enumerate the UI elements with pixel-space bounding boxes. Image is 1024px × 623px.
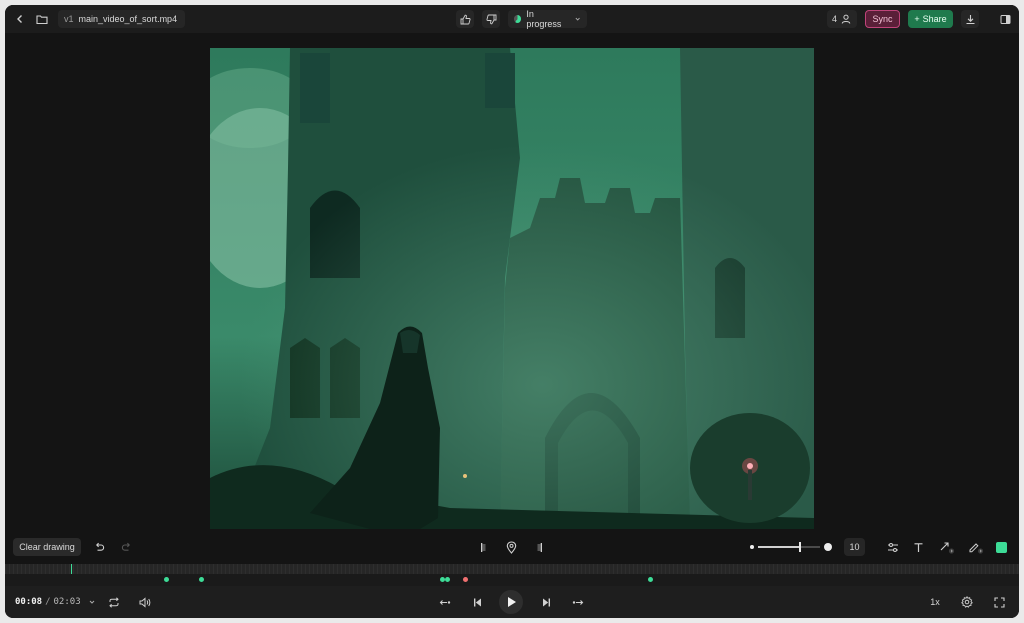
top-bar: v1 main_video_of_sort.mp4 In progress 4 … bbox=[5, 5, 1019, 33]
slider-max-dot bbox=[824, 543, 832, 551]
play-icon bbox=[507, 597, 516, 607]
sync-button[interactable]: Sync bbox=[865, 10, 900, 28]
slider-handle[interactable] bbox=[799, 542, 801, 552]
download-icon bbox=[966, 14, 974, 24]
loop-icon bbox=[109, 596, 119, 608]
adjust-button[interactable] bbox=[885, 539, 901, 555]
frame-next-marker-button[interactable] bbox=[532, 539, 548, 555]
file-name: main_video_of_sort.mp4 bbox=[78, 14, 178, 24]
chevron-down-icon bbox=[575, 17, 580, 21]
version-label: v1 bbox=[64, 14, 74, 24]
download-button[interactable] bbox=[961, 10, 979, 28]
location-pin-button[interactable] bbox=[503, 538, 519, 556]
text-icon bbox=[914, 542, 922, 552]
color-swatch-button[interactable] bbox=[996, 542, 1007, 553]
arrow-icon bbox=[940, 542, 955, 554]
redo-button[interactable] bbox=[118, 539, 134, 555]
pen-icon bbox=[969, 543, 984, 554]
video-frame[interactable] bbox=[210, 48, 814, 529]
plus-icon: + bbox=[914, 14, 920, 24]
sync-label: Sync bbox=[872, 14, 893, 24]
stroke-size-value[interactable]: 10 bbox=[844, 538, 865, 556]
status-label: In progress bbox=[526, 9, 562, 29]
clear-drawing-label: Clear drawing bbox=[19, 542, 75, 552]
playback-speed-button[interactable]: 1x bbox=[925, 594, 945, 610]
frame-bracket-left-icon bbox=[481, 542, 486, 552]
undo-button[interactable] bbox=[91, 539, 107, 555]
settings-button[interactable] bbox=[959, 594, 975, 610]
sidebar-icon bbox=[1000, 14, 1010, 24]
slider-min-dot bbox=[750, 545, 754, 549]
next-button[interactable] bbox=[538, 594, 554, 610]
stroke-size-number: 10 bbox=[849, 542, 860, 552]
chevron-down-icon bbox=[89, 600, 94, 604]
folder-icon bbox=[36, 14, 48, 24]
status-icon bbox=[514, 15, 522, 23]
comment-marker[interactable] bbox=[648, 577, 653, 582]
comment-markers-track bbox=[5, 574, 1019, 586]
timeline-scrubber[interactable] bbox=[5, 564, 1019, 574]
step-forward-button[interactable] bbox=[570, 594, 586, 610]
drawing-toolbar: Clear drawing 10 bbox=[5, 535, 1019, 559]
sidebar-toggle-button[interactable] bbox=[996, 10, 1014, 28]
stroke-size-slider[interactable] bbox=[747, 541, 833, 553]
slider-fill bbox=[758, 546, 800, 548]
comment-marker[interactable] bbox=[199, 577, 204, 582]
file-selector[interactable]: v1 main_video_of_sort.mp4 bbox=[58, 10, 185, 28]
time-display[interactable]: 00:08 / 02:03 bbox=[15, 596, 96, 608]
time-separator: / bbox=[45, 597, 51, 607]
chevron-left-icon bbox=[17, 15, 22, 23]
thumbs-down-icon bbox=[485, 14, 496, 24]
fullscreen-icon bbox=[993, 596, 1005, 608]
frame-prev-marker-button[interactable] bbox=[475, 539, 491, 555]
step-forward-icon bbox=[572, 599, 584, 605]
pen-tool-button[interactable] bbox=[966, 539, 986, 555]
viewer-count: 4 bbox=[832, 14, 838, 24]
sliders-icon bbox=[888, 542, 898, 552]
skip-next-icon bbox=[542, 598, 550, 606]
loop-button[interactable] bbox=[106, 594, 122, 610]
playback-bar: 00:08 / 02:03 1x bbox=[5, 586, 1019, 618]
arrow-tool-button[interactable] bbox=[937, 539, 957, 555]
share-button[interactable]: + Share bbox=[908, 10, 953, 28]
share-label: Share bbox=[922, 14, 947, 24]
folder-button[interactable] bbox=[34, 11, 50, 27]
fullscreen-button[interactable] bbox=[991, 594, 1007, 610]
frame-bracket-right-icon bbox=[537, 542, 542, 552]
redo-icon bbox=[121, 542, 130, 551]
status-dropdown[interactable]: In progress bbox=[508, 9, 587, 29]
thumbs-up-button[interactable] bbox=[456, 10, 474, 28]
thumbs-down-button[interactable] bbox=[482, 10, 500, 28]
video-review-app: v1 main_video_of_sort.mp4 In progress 4 … bbox=[5, 5, 1019, 618]
undo-icon bbox=[95, 542, 104, 551]
clear-drawing-button[interactable]: Clear drawing bbox=[13, 538, 81, 556]
back-button[interactable] bbox=[12, 11, 28, 27]
gear-icon bbox=[961, 596, 973, 608]
text-tool-button[interactable] bbox=[910, 539, 926, 555]
step-back-icon bbox=[439, 599, 451, 605]
comment-marker[interactable] bbox=[164, 577, 169, 582]
previous-button[interactable] bbox=[469, 594, 485, 610]
thumbs-up-icon bbox=[460, 14, 471, 24]
step-back-button[interactable] bbox=[437, 594, 453, 610]
playback-speed: 1x bbox=[930, 597, 940, 607]
location-pin-icon bbox=[506, 540, 516, 554]
duration: 02:03 bbox=[53, 597, 81, 607]
play-button[interactable] bbox=[499, 590, 523, 614]
playhead[interactable] bbox=[71, 564, 72, 574]
current-time: 00:08 bbox=[15, 597, 43, 607]
timeline-ticks bbox=[5, 564, 1019, 574]
comment-marker[interactable] bbox=[463, 577, 468, 582]
user-icon bbox=[841, 14, 851, 24]
skip-previous-icon bbox=[473, 598, 481, 606]
castle-scene-image bbox=[210, 48, 814, 529]
volume-button[interactable] bbox=[137, 594, 153, 610]
viewers-button[interactable]: 4 bbox=[827, 10, 857, 28]
comment-marker[interactable] bbox=[445, 577, 450, 582]
volume-icon bbox=[139, 596, 151, 608]
